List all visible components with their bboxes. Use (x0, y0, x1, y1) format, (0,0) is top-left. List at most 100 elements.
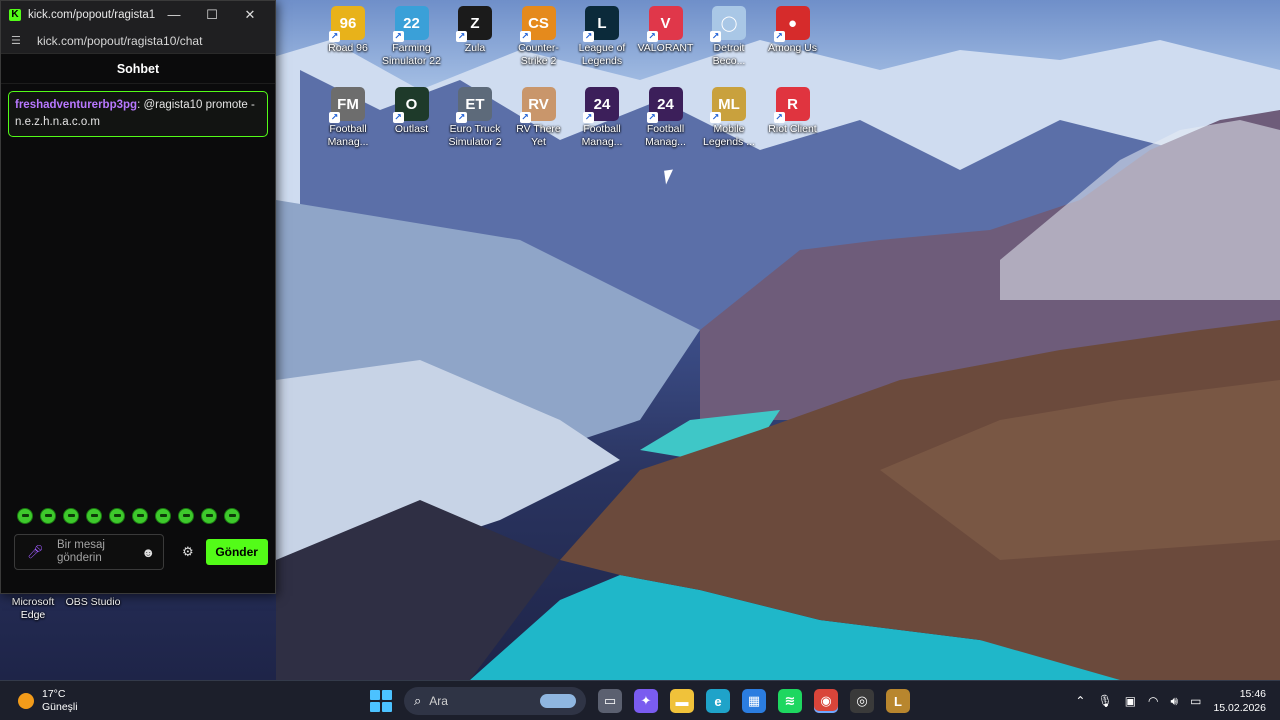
address-bar[interactable]: ☰ kick.com/popout/ragista10/chat (1, 28, 275, 54)
desktop-icon-label: Counter-Strike 2 (518, 42, 559, 67)
shortcut-arrow-icon: ↗ (773, 112, 785, 123)
edge-icon[interactable]: e (706, 689, 730, 713)
chat-input-row: 🎤︎ Bir mesaj gönderin ☻ ⚙ Gönder (1, 526, 275, 570)
search-placeholder: Ara (429, 694, 448, 708)
road96-icon: 96 ↗ (329, 6, 365, 42)
window-title: kick.com/popout/ragista10/c... (28, 8, 155, 21)
address-url: kick.com/popout/ragista10/chat (37, 33, 203, 48)
among-us-icon: ● ↗ (773, 6, 810, 42)
maximize-icon[interactable]: ☐ (193, 7, 231, 23)
shortcut-arrow-icon: ↗ (456, 31, 467, 42)
emote-icon[interactable] (178, 508, 194, 524)
chat-popout-window: K kick.com/popout/ragista10/c... — ☐ ✕ ☰… (0, 0, 276, 594)
emote-icon[interactable] (63, 508, 79, 524)
kick-logo-icon: K (9, 8, 21, 21)
chrome-icon[interactable]: ◉ (814, 689, 838, 713)
spotify-icon[interactable]: ≋ (778, 689, 802, 713)
desktop-icon-microsoft-edge[interactable]: Microsoft Edge (2, 594, 64, 622)
desktop-icon-euro-truck[interactable]: ET ↗ Euro Truck Simulator 2 (444, 87, 506, 149)
sun-icon (18, 693, 34, 709)
emote-icon[interactable] (40, 508, 56, 524)
store-icon[interactable]: ▦ (742, 689, 766, 713)
obs-icon[interactable]: ◎ (850, 689, 874, 713)
windows-start-icon[interactable] (370, 690, 392, 712)
site-settings-icon[interactable]: ☰ (11, 34, 27, 47)
desktop-icon-fm24[interactable]: 24 ↗ Football Manag... (635, 87, 697, 149)
system-tray: ⌃ 🎙︎ ▣ ◠ 🔊︎ ▭ 15:46 15.02.2026 (1075, 687, 1266, 715)
file-explorer-icon[interactable]: ▬ (670, 689, 694, 713)
desktop-icon-farming-sim[interactable]: 22 ↗ Farming Simulator 22 (381, 6, 443, 68)
chat-message: freshadventurerbp3pg: @ragista10 promote… (8, 91, 268, 137)
microphone-tray-icon[interactable]: 🎙︎ (1097, 694, 1112, 708)
minimize-icon[interactable]: — (155, 7, 193, 22)
search-icon: ⌕ (414, 693, 422, 708)
shortcut-arrow-icon: ↗ (646, 112, 658, 123)
desktop-icon-fm24[interactable]: 24 ↗ Football Manag... (571, 87, 633, 149)
emote-icon[interactable] (224, 508, 240, 524)
volume-icon[interactable]: 🔊︎ (1171, 694, 1179, 709)
shortcut-arrow-icon: ↗ (329, 112, 340, 123)
weather-temperature: 17°C (42, 688, 66, 700)
league-client-icon[interactable]: L (886, 689, 910, 713)
desktop-icon-label: Euro Truck Simulator 2 (448, 123, 502, 148)
battery-icon[interactable]: ▭ (1190, 694, 1201, 708)
desktop-icon-outlast[interactable]: O ↗ Outlast (381, 87, 443, 136)
outlast-icon: O ↗ (392, 87, 429, 123)
fm24-icon-2: 24 ↗ (646, 87, 683, 123)
fm24-icon: 24 ↗ (583, 87, 619, 123)
chat-input-placeholder: Bir mesaj gönderin (57, 539, 141, 565)
copilot-icon[interactable]: ✦ (634, 689, 658, 713)
desktop-icon-rv-there-yet[interactable]: RV ↗ RV There Yet (508, 87, 570, 149)
chat-message-input[interactable]: 🎤︎ Bir mesaj gönderin ☻ (14, 534, 164, 570)
chat-settings-gear-icon[interactable]: ⚙ (182, 544, 194, 560)
rv-there-yet-icon: RV ↗ (519, 87, 556, 123)
emote-icon[interactable] (86, 508, 102, 524)
desktop-icon-football-manager[interactable]: FM ↗ Football Manag... (317, 87, 379, 149)
desktop-icon-riot-client[interactable]: R ↗ Riot Client (762, 87, 824, 136)
shortcut-arrow-icon: ↗ (392, 31, 404, 42)
desktop-icon-mobile-legends[interactable]: ML ↗ Mobile Legends ... (698, 87, 760, 149)
emote-icon[interactable] (155, 508, 171, 524)
shortcut-arrow-icon: ↗ (646, 31, 658, 42)
chevron-up-icon[interactable]: ⌃ (1075, 694, 1085, 708)
task-view-icon[interactable]: ▭ (598, 689, 622, 713)
weather-condition: Güneşli (42, 701, 78, 713)
emote-icon[interactable] (17, 508, 33, 524)
zula-icon: Z ↗ (456, 6, 492, 42)
clock-time: 15:46 (1239, 688, 1266, 700)
screen-capture-icon[interactable]: ▣ (1125, 694, 1136, 708)
shortcut-arrow-icon: ↗ (710, 31, 721, 42)
desktop-icon-label: Football Manag... (645, 123, 686, 148)
desktop-icon-valorant[interactable]: V ↗ VALORANT (635, 6, 697, 55)
clock[interactable]: 15:46 15.02.2026 (1213, 687, 1266, 715)
shortcut-arrow-icon: ↗ (392, 112, 404, 123)
shortcut-arrow-icon: ↗ (519, 112, 531, 123)
desktop-icon-among-us[interactable]: ● ↗ Among Us (762, 6, 824, 55)
weather-widget[interactable]: 17°C Güneşli (18, 688, 78, 714)
desktop-icon-label: Microsoft Edge (11, 596, 55, 621)
desktop-icon-obs-studio[interactable]: OBS Studio (62, 594, 124, 609)
cs2-icon: CS ↗ (519, 6, 556, 42)
desktop-icon-label: Detroit Beco... (712, 42, 746, 67)
send-button[interactable]: Gönder (205, 539, 268, 565)
desktop-icon-lol[interactable]: L ↗ League of Legends (571, 6, 633, 68)
taskbar-search[interactable]: ⌕ Ara (404, 687, 586, 715)
emote-icon[interactable] (109, 508, 125, 524)
desktop-icon-cs2[interactable]: CS ↗ Counter-Strike 2 (508, 6, 570, 68)
shortcut-arrow-icon: ↗ (583, 112, 594, 123)
emoji-picker-icon[interactable]: ☻ (141, 545, 155, 560)
desktop-icon-label: Road 96 (328, 42, 368, 54)
microphone-icon[interactable]: 🎤︎ (27, 544, 44, 560)
detroit-icon: ◯ ↗ (710, 6, 746, 42)
emote-icon[interactable] (201, 508, 217, 524)
desktop-icon-detroit[interactable]: ◯ ↗ Detroit Beco... (698, 6, 760, 68)
emote-icon[interactable] (132, 508, 148, 524)
shortcut-arrow-icon: ↗ (710, 112, 721, 123)
desktop-icon-label: Farming Simulator 22 (382, 42, 441, 67)
chat-username[interactable]: freshadventurerbp3pg (15, 99, 137, 111)
close-icon[interactable]: ✕ (231, 7, 269, 23)
wifi-icon[interactable]: ◠ (1148, 694, 1158, 708)
desktop-icon-zula[interactable]: Z ↗ Zula (444, 6, 506, 55)
desktop-icon-road96[interactable]: 96 ↗ Road 96 (317, 6, 379, 55)
farming-sim-icon: 22 ↗ (392, 6, 429, 42)
